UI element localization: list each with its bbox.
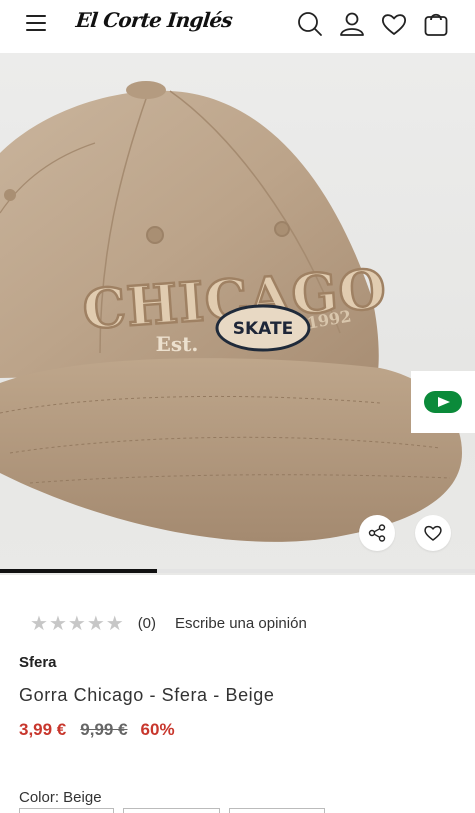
write-review-link[interactable]: Escribe una opinión: [175, 615, 307, 632]
current-price: 3,99 €: [19, 720, 67, 739]
star-icon: ★: [30, 611, 48, 635]
star-icon: ★: [67, 611, 86, 635]
heart-icon[interactable]: [380, 10, 408, 38]
logo[interactable]: El Corte Inglés: [75, 8, 234, 32]
discount-badge: 60%: [140, 720, 175, 739]
product-title: Gorra Chicago - Sfera - Beige: [19, 685, 275, 705]
color-swatch[interactable]: [123, 808, 220, 813]
rating-stars: ★ ★ ★ ★ ★: [30, 613, 124, 633]
header: El Corte Inglés: [0, 0, 475, 50]
promo-badge[interactable]: [411, 371, 475, 433]
wishlist-button[interactable]: [415, 515, 451, 551]
share-icon: [368, 524, 386, 542]
price-block: 3,99 € 9,99 € 60%: [19, 720, 175, 740]
original-price: 9,99 €: [80, 720, 128, 739]
user-icon[interactable]: [338, 10, 366, 38]
rating: ★ ★ ★ ★ ★ (0) Escribe una opinión: [30, 612, 307, 634]
play-icon: [424, 391, 462, 413]
gallery-progress: [0, 569, 475, 573]
star-icon: ★: [86, 611, 105, 635]
brand-name[interactable]: Sfera: [19, 654, 57, 671]
gallery-progress-fill: [0, 569, 157, 573]
star-icon: ★: [105, 611, 124, 635]
rating-count: (0): [137, 614, 157, 632]
color-swatch[interactable]: [229, 808, 325, 813]
search-icon[interactable]: [296, 10, 324, 38]
star-icon: ★: [48, 611, 67, 635]
bag-icon[interactable]: [422, 10, 450, 38]
svg-text:SKATE: SKATE: [233, 319, 293, 339]
product-image: CHICAGO Est. SKATE 1992: [0, 81, 462, 542]
product-image-gallery[interactable]: CHICAGO Est. SKATE 1992: [0, 53, 475, 575]
color-swatch[interactable]: [19, 808, 114, 813]
share-button[interactable]: [359, 515, 395, 551]
svg-text:Est.: Est.: [156, 332, 199, 356]
menu-icon[interactable]: [26, 14, 46, 32]
color-label: Color: Beige: [19, 789, 102, 806]
heart-icon: [424, 525, 442, 541]
